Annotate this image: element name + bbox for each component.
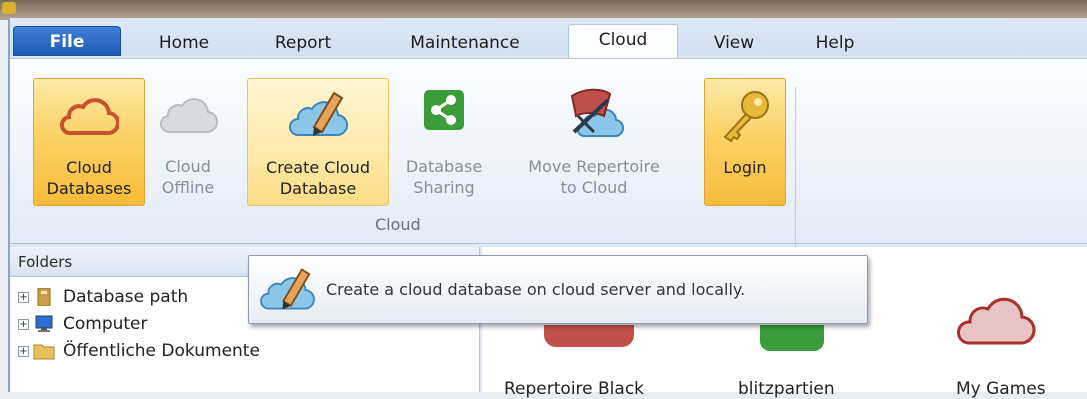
tab-maintenance[interactable]: Maintenance [385,28,545,58]
ribbon-group-separator [795,87,796,247]
database-item-icon [760,325,824,351]
login-label: Login [723,158,767,177]
tree-item-computer[interactable]: + Computer [18,311,148,337]
cloud-offline-label-1: Cloud [165,157,211,176]
move-repertoire-label-2: to Cloud [560,178,628,197]
key-icon [723,91,769,143]
app-icon [2,2,16,14]
create-cloud-database-button[interactable]: Create Cloud Database [247,78,389,206]
database-sharing-label-1: Database [405,157,483,176]
tab-cloud[interactable]: Cloud [568,24,678,58]
database-item-icon [544,325,634,347]
database-item-repertoire-black[interactable]: Repertoire Black [504,379,644,399]
tooltip-text: Create a cloud database on cloud server … [326,280,746,299]
tab-view[interactable]: View [698,28,770,58]
ribbon-group-label: Cloud [375,215,421,234]
database-item-my-games[interactable]: My Games [956,379,1046,399]
cloud-offline-label-2: Offline [161,178,215,197]
ribbon-panel: Cloud Databases Cloud Offline Create Clo… [10,58,1087,247]
computer-icon [35,315,53,332]
database-item-blitzpartien[interactable]: blitzpartien [738,379,835,399]
ribbon-tab-row: File Home Report Maintenance Cloud View … [10,18,1087,58]
move-repertoire-label-1: Move Repertoire [528,157,660,176]
share-icon [424,90,464,130]
tree-item-label: Öffentliche Dokumente [63,341,260,361]
database-sharing-button[interactable]: Database Sharing [394,78,494,206]
cloud-icon [59,98,119,136]
cloud-database-icon [956,297,1036,345]
expand-icon[interactable]: + [18,318,29,330]
cloud-databases-button[interactable]: Cloud Databases [33,78,145,206]
tree-item-label: Computer [63,314,148,334]
cloud-databases-label-2: Databases [46,179,132,198]
database-folder-icon [37,288,51,306]
cloud-pencil-icon [289,91,348,137]
create-cloud-database-label-1: Create Cloud [266,158,370,177]
cloud-offline-button[interactable]: Cloud Offline [148,78,228,206]
tree-item-label: Database path [63,287,189,307]
expand-icon[interactable]: + [18,291,29,303]
tab-report[interactable]: Report [255,28,351,58]
login-button[interactable]: Login [704,78,786,206]
title-bar [0,0,1087,20]
cloud-pencil-icon [260,268,315,310]
expand-icon[interactable]: + [18,345,29,357]
tooltip: Create a cloud database on cloud server … [248,255,868,324]
tab-home[interactable]: Home [149,28,219,58]
tree-item-public-documents[interactable]: + Öffentliche Dokumente [18,338,260,364]
cloud-offline-icon [159,98,218,134]
folder-icon [33,344,55,360]
database-sharing-label-2: Sharing [413,178,475,197]
tree-item-database-path[interactable]: + Database path [18,284,188,310]
tab-file[interactable]: File [13,26,121,56]
repertoire-cloud-icon [570,88,624,138]
app-window: File Home Report Maintenance Cloud View … [8,18,1087,399]
cloud-databases-label-1: Cloud [66,158,112,177]
tab-help[interactable]: Help [802,28,868,58]
create-cloud-database-label-2: Database [279,179,357,198]
move-repertoire-button[interactable]: Move Repertoire to Cloud [510,78,678,206]
